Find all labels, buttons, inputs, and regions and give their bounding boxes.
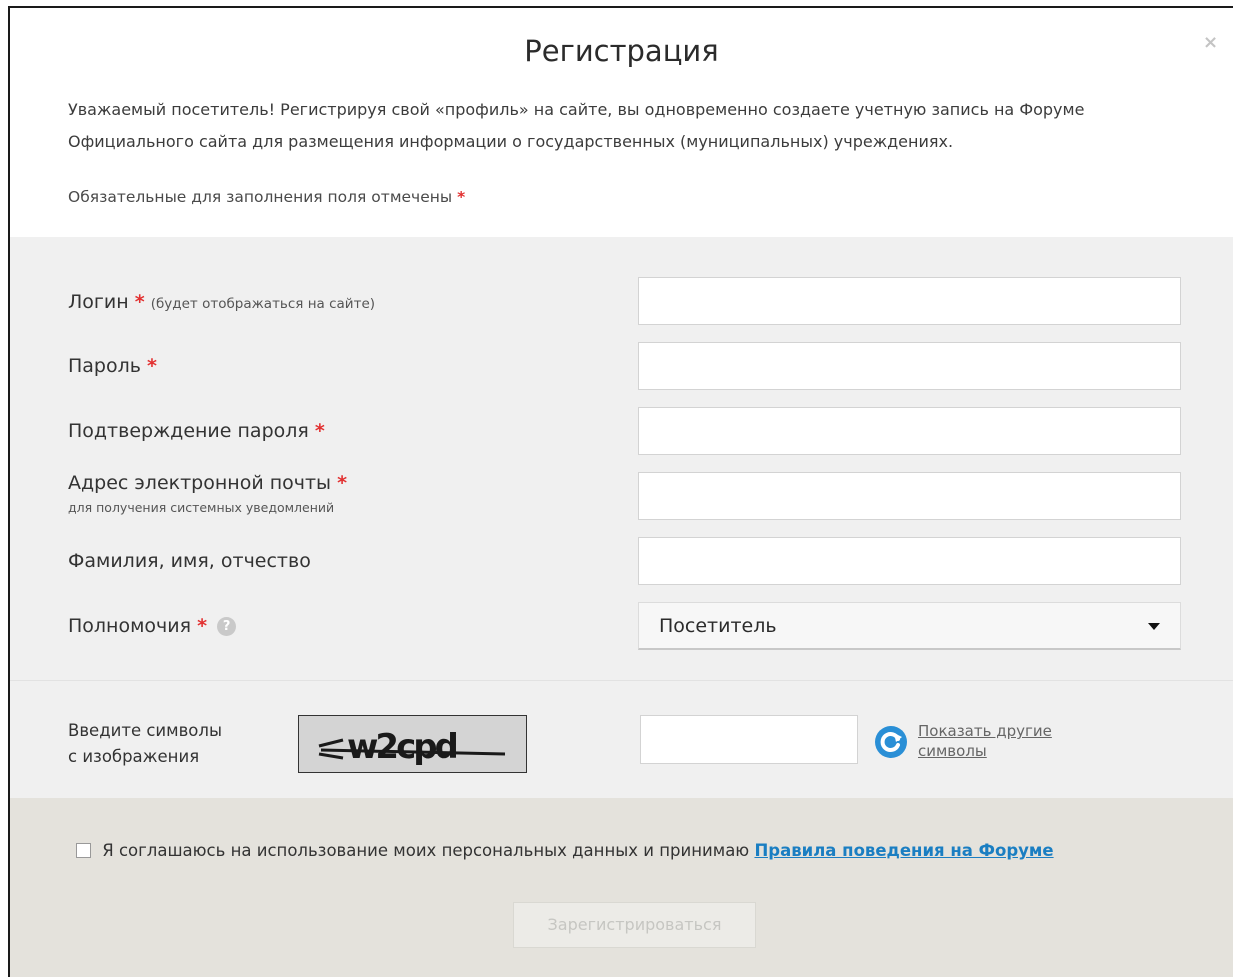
form-section: Логин * (будет отображаться на сайте) Па… xyxy=(10,237,1233,680)
required-note-text: Обязательные для заполнения поля отмечен… xyxy=(68,188,453,206)
agree-row: Я соглашаюсь на использование моих персо… xyxy=(76,841,1054,860)
intro-text: Уважаемый посетитель! Регистрируя свой «… xyxy=(68,100,1085,151)
login-label-text: Логин xyxy=(68,291,129,313)
captcha-label-line1: Введите символы xyxy=(68,721,222,740)
password-label: Пароль * xyxy=(68,355,157,377)
register-button[interactable]: Зарегистрироваться xyxy=(513,902,756,948)
fullname-input[interactable] xyxy=(638,537,1181,585)
dialog-title: Регистрация xyxy=(524,34,719,68)
role-select-value: Посетитель xyxy=(659,615,777,637)
login-input[interactable] xyxy=(638,277,1181,325)
captcha-label-line2: с изображения xyxy=(68,747,200,766)
email-field[interactable] xyxy=(638,472,1181,520)
required-asterisk: * xyxy=(134,291,145,313)
captcha-label: Введите символы с изображения xyxy=(68,718,222,770)
show-other-symbols-link[interactable]: Показать другие символы xyxy=(918,721,1098,761)
agree-text: Я соглашаюсь на использование моих персо… xyxy=(102,841,750,860)
captcha-text: w2cpd xyxy=(347,727,457,767)
refresh-link-line1: Показать другие xyxy=(918,722,1052,740)
help-icon[interactable]: ? xyxy=(217,617,237,636)
captcha-section: Введите символы с изображения w2cpd Пока… xyxy=(10,680,1233,798)
fullname-label: Фамилия, имя, отчество xyxy=(68,550,311,572)
role-label-text: Полномочия xyxy=(68,615,192,637)
forum-rules-link[interactable]: Правила поведения на Форуме xyxy=(754,841,1053,860)
required-asterisk: * xyxy=(457,188,466,206)
caret-down-icon xyxy=(1148,623,1160,630)
password-confirm-label: Подтверждение пароля * xyxy=(68,420,325,442)
email-label: Адрес электронной почты * xyxy=(68,472,347,494)
email-label-text: Адрес электронной почты xyxy=(68,472,332,494)
role-select[interactable]: Посетитель xyxy=(638,602,1181,650)
password-label-text: Пароль xyxy=(68,355,141,377)
login-label: Логин * (будет отображаться на сайте) xyxy=(68,291,375,313)
password-confirm-label-text: Подтверждение пароля xyxy=(68,420,309,442)
agree-checkbox[interactable] xyxy=(76,843,91,858)
email-sublabel: для получения системных уведомлений xyxy=(68,500,335,515)
password-confirm-input[interactable] xyxy=(638,407,1181,455)
role-label: Полномочия * ? xyxy=(68,615,237,637)
required-asterisk: * xyxy=(147,355,157,377)
refresh-link-line2: символы xyxy=(918,742,987,760)
footer-section: Я соглашаюсь на использование моих персо… xyxy=(10,798,1233,977)
required-note: Обязательные для заполнения поля отмечен… xyxy=(68,188,465,206)
captcha-image: w2cpd xyxy=(298,715,527,773)
refresh-icon[interactable] xyxy=(874,725,908,759)
required-asterisk: * xyxy=(337,472,348,494)
registration-dialog: × Регистрация Уважаемый посетитель! Реги… xyxy=(8,6,1233,977)
password-input[interactable] xyxy=(638,342,1181,390)
login-hint: (будет отображаться на сайте) xyxy=(150,296,376,312)
captcha-input[interactable] xyxy=(640,715,858,764)
required-asterisk: * xyxy=(314,420,325,442)
captcha-graphic: w2cpd xyxy=(299,716,526,772)
required-asterisk: * xyxy=(197,615,208,637)
